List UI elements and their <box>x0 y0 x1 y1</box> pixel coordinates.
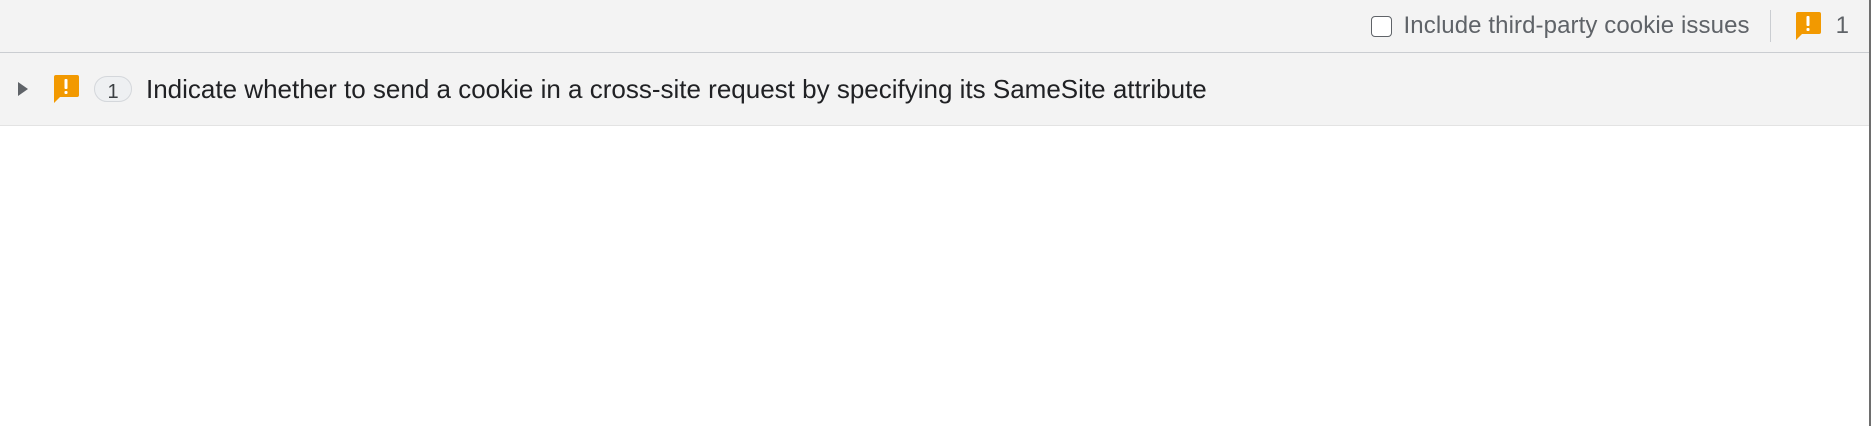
third-party-cookie-checkbox[interactable] <box>1370 15 1392 37</box>
issues-toolbar: Include third-party cookie issues 1 <box>0 0 1869 53</box>
warning-bubble-icon <box>54 75 79 103</box>
issue-row-samesite[interactable]: 1 Indicate whether to send a cookie in a… <box>0 53 1869 126</box>
toolbar-divider <box>1769 10 1771 42</box>
third-party-cookie-toggle[interactable]: Include third-party cookie issues <box>1370 12 1750 40</box>
issue-count-summary: 1 <box>1793 11 1849 41</box>
issues-panel: Include third-party cookie issues 1 1 In… <box>0 0 1871 426</box>
issue-title: Indicate whether to send a cookie in a c… <box>146 73 1207 104</box>
third-party-cookie-label: Include third-party cookie issues <box>1403 12 1750 39</box>
warning-bubble-icon <box>1795 12 1821 40</box>
issue-count: 1 <box>1835 12 1849 39</box>
issue-occurrence-count: 1 <box>94 76 132 103</box>
expand-triangle-icon[interactable] <box>18 82 28 96</box>
